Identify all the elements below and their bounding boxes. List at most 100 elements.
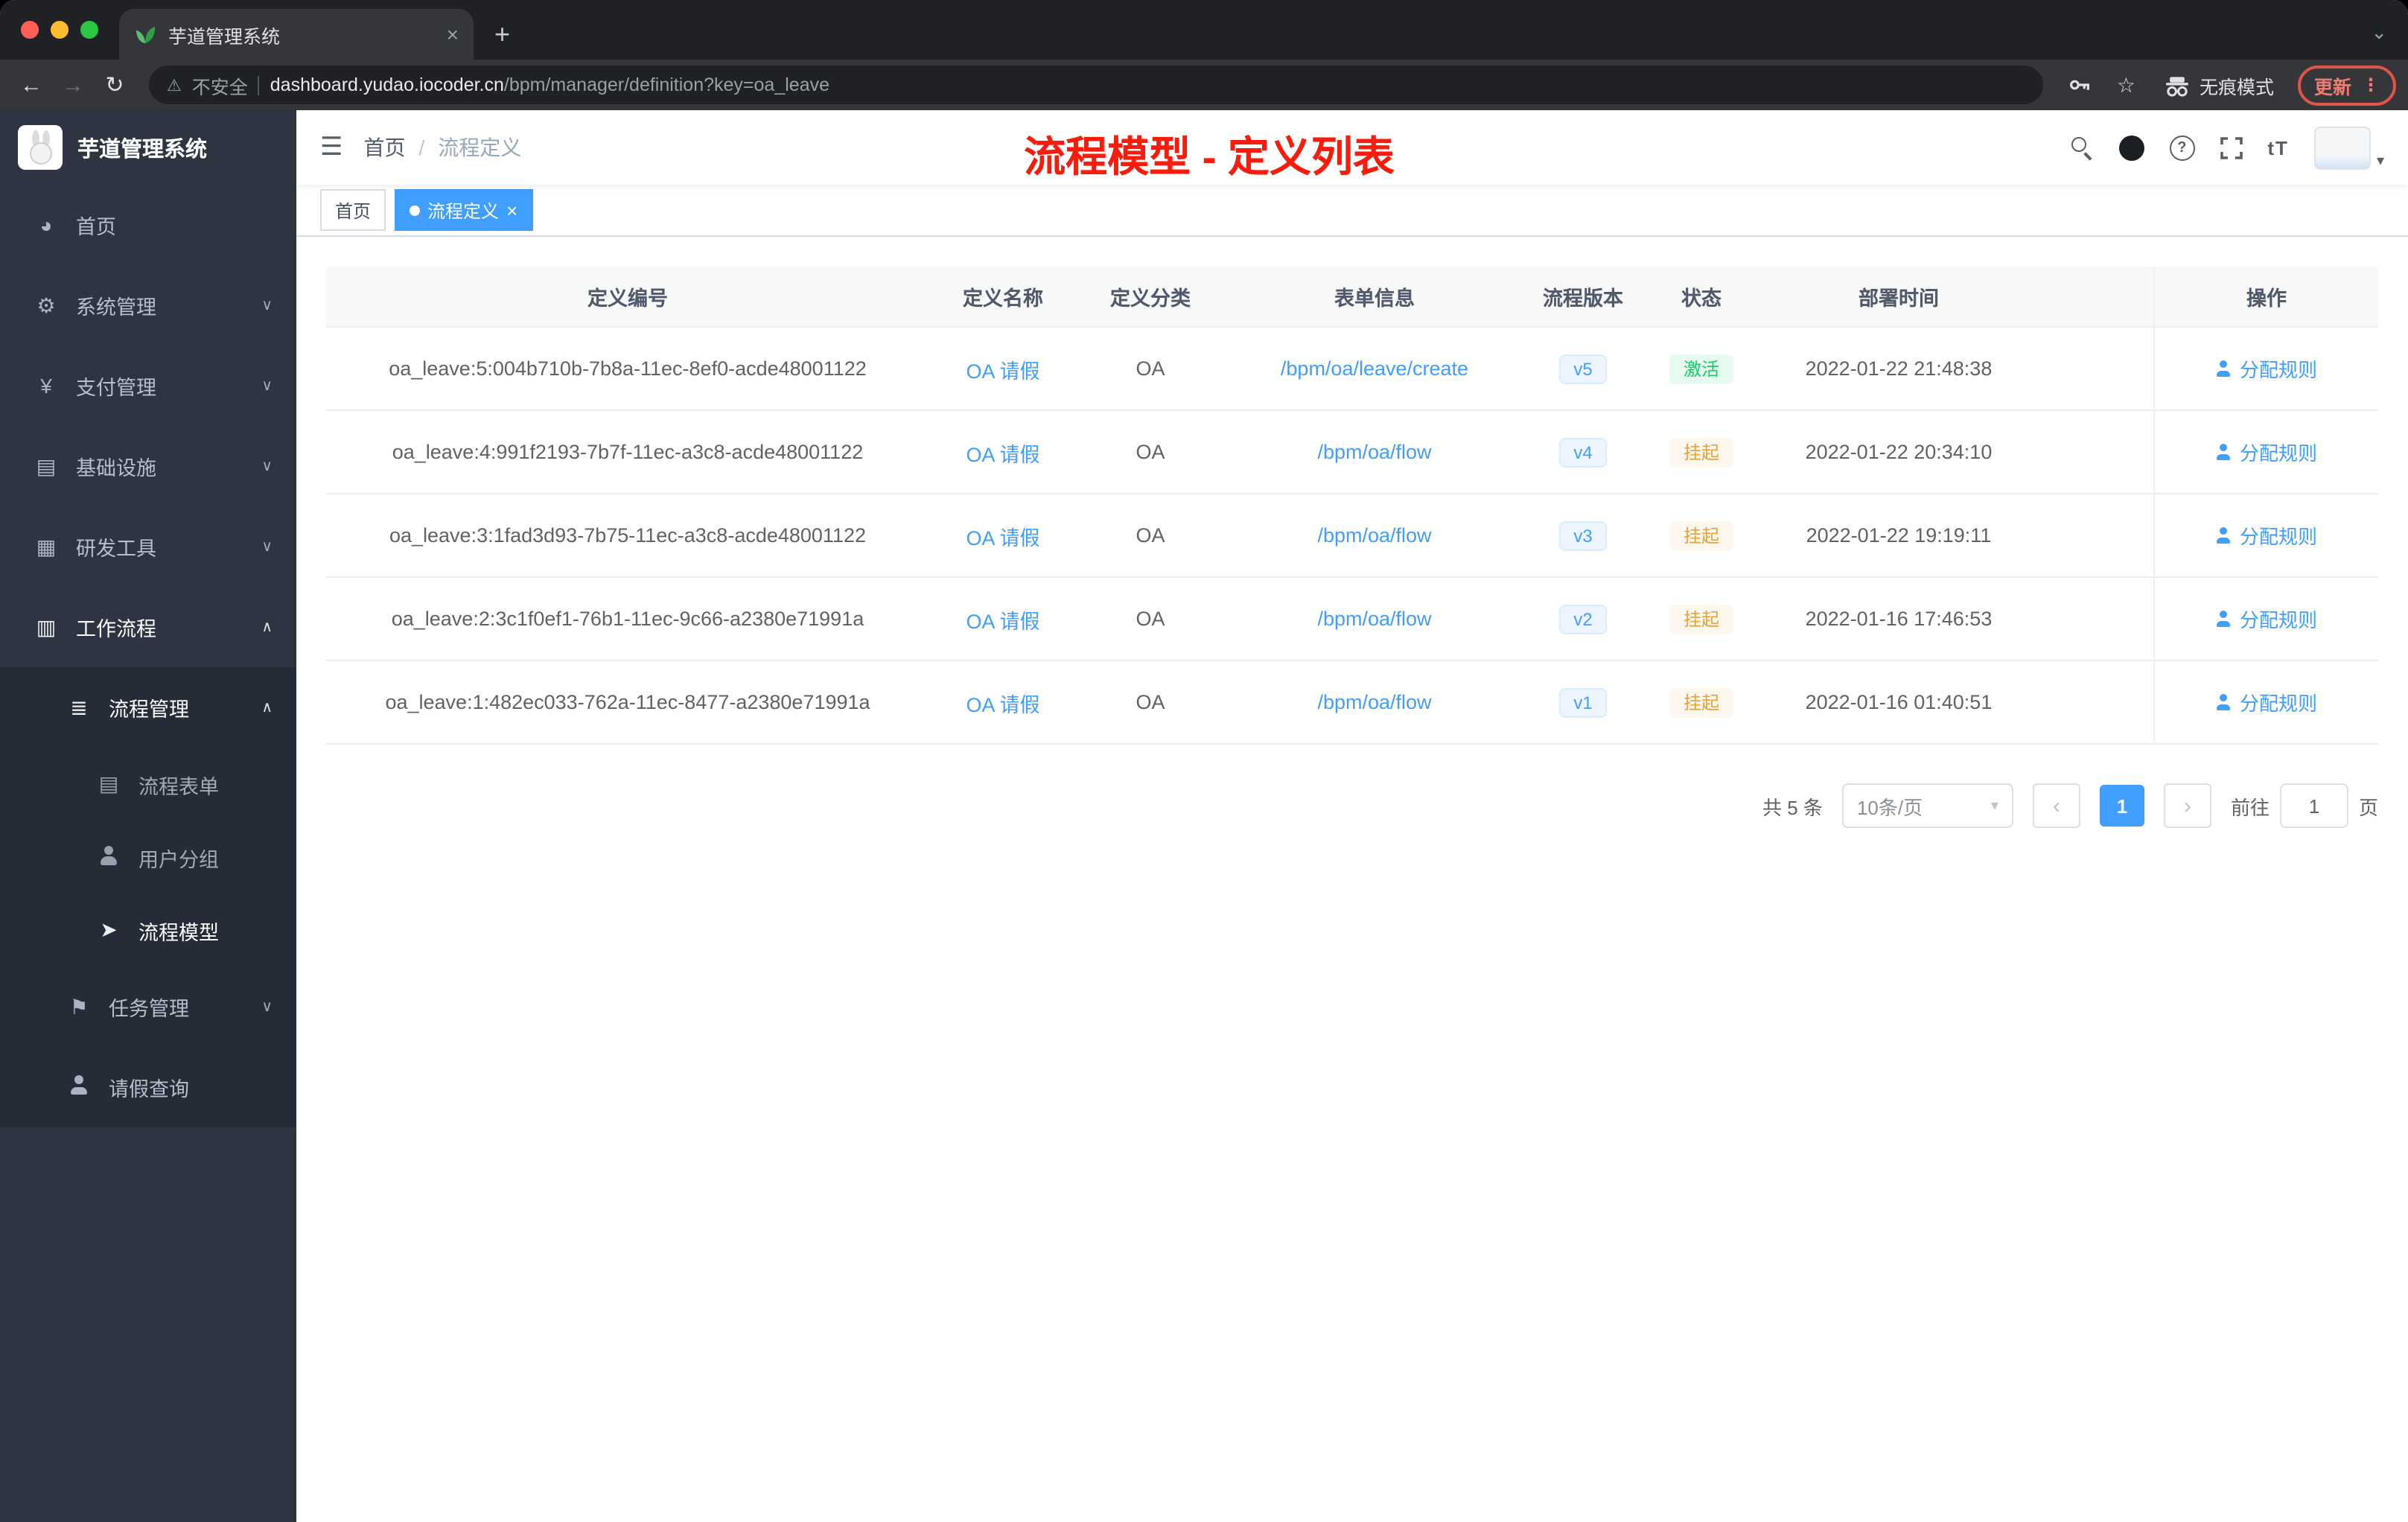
minimize-window-button[interactable] — [51, 21, 69, 39]
sidebar-item-workflow[interactable]: ▥ 工作流程 ∧ — [0, 587, 296, 667]
send-icon: ➤ — [100, 917, 118, 941]
definition-name-link[interactable]: OA 请假 — [966, 520, 1039, 550]
table-row: oa_leave:3:1fad3d93-7b75-11ec-a3c8-acde4… — [326, 494, 2378, 578]
avatar[interactable] — [2313, 126, 2371, 169]
tag-home[interactable]: 首页 — [320, 189, 386, 231]
sidebar-item-label: 流程表单 — [138, 775, 219, 797]
cell-deploy-time: 2022-01-22 21:48:38 — [1805, 357, 1993, 380]
sidebar-logo[interactable]: 芋道管理系统 — [0, 110, 296, 185]
bookmark-star-icon[interactable]: ☆ — [2117, 72, 2135, 98]
form-icon: ▤ — [98, 771, 119, 795]
sidebar-item-home[interactable]: ◕ 首页 — [0, 185, 296, 265]
sidebar-item-dev-tools[interactable]: ▦ 研发工具 ∨ — [0, 506, 296, 587]
content-area: ☰ 首页 / 流程定义 ? tT ▾ 首页 流程定义 × 定义编号 定义名称 定… — [296, 110, 2408, 1522]
assign-rule-link[interactable]: 分配规则 — [2216, 521, 2317, 550]
form-info-link[interactable]: /bpm/oa/flow — [1317, 691, 1431, 713]
prev-page-button[interactable]: ‹ — [2032, 783, 2080, 828]
user-icon — [2216, 694, 2232, 710]
next-page-button[interactable]: › — [2163, 783, 2211, 828]
definition-name-link[interactable]: OA 请假 — [966, 604, 1039, 634]
assign-rule-link[interactable]: 分配规则 — [2216, 605, 2317, 633]
workflow-icon: ▥ — [36, 614, 57, 638]
back-button[interactable]: ← — [12, 72, 51, 98]
sidebar-item-process-management[interactable]: ≣ 流程管理 ∧ — [0, 667, 296, 748]
browser-window: 芋道管理系统 × + ⌄ ← → ↻ ⚠ 不安全 dashboard.yudao… — [0, 0, 2408, 1522]
sidebar-item-label: 工作流程 — [76, 618, 156, 640]
sidebar-fold-icon[interactable]: ☰ — [320, 133, 343, 162]
incognito-label: 无痕模式 — [2199, 77, 2274, 98]
sidebar-item-infrastructure[interactable]: ▤ 基础设施 ∨ — [0, 426, 296, 506]
task-flag-icon: ⚑ — [69, 994, 89, 1018]
main-panel: 定义编号 定义名称 定义分类 表单信息 流程版本 状态 部署时间 操作 oa_l… — [296, 237, 2408, 1522]
form-info-link[interactable]: /bpm/oa/flow — [1317, 524, 1431, 547]
assign-rule-link[interactable]: 分配规则 — [2216, 354, 2317, 383]
user-group-icon — [95, 845, 122, 869]
sidebar-item-process-model[interactable]: ➤ 流程模型 — [0, 894, 296, 967]
font-size-icon[interactable]: tT — [2267, 136, 2289, 159]
sidebar-item-label: 流程模型 — [138, 921, 219, 943]
cell-definition-id: oa_leave:1:482ec033-762a-11ec-8477-a2380… — [385, 691, 870, 713]
tag-process-definition[interactable]: 流程定义 × — [395, 189, 533, 231]
reload-button[interactable]: ↻ — [95, 71, 134, 98]
tab-search-icon[interactable]: ⌄ — [2371, 21, 2387, 45]
sidebar-item-process-form[interactable]: ▤ 流程表单 — [0, 748, 296, 821]
password-key-icon[interactable] — [2069, 73, 2093, 97]
sidebar-item-leave-query[interactable]: 请假查询 — [0, 1047, 296, 1127]
definition-name-link[interactable]: OA 请假 — [966, 687, 1039, 717]
github-icon[interactable] — [2118, 135, 2144, 160]
security-label[interactable]: 不安全 — [192, 71, 248, 99]
chevron-down-icon: ∨ — [261, 378, 273, 394]
sidebar-item-label: 任务管理 — [109, 998, 189, 1020]
help-icon[interactable]: ? — [2169, 135, 2195, 160]
form-info-link[interactable]: /bpm/oa/flow — [1317, 608, 1431, 630]
header-form-info: 表单信息 — [1334, 287, 1415, 310]
definition-name-link[interactable]: OA 请假 — [966, 437, 1039, 467]
cell-definition-id: oa_leave:4:991f2193-7b7f-11ec-a3c8-acde4… — [392, 441, 864, 463]
cell-definition-id: oa_leave:2:3c1f0ef1-76b1-11ec-9c66-a2380… — [391, 608, 864, 630]
close-window-button[interactable] — [21, 21, 39, 39]
security-warning-icon: ⚠ — [167, 77, 182, 95]
tab-close-icon[interactable]: × — [447, 22, 459, 46]
cell-definition-id: oa_leave:3:1fad3d93-7b75-11ec-a3c8-acde4… — [389, 524, 866, 547]
assign-rule-link[interactable]: 分配规则 — [2216, 438, 2317, 466]
breadcrumb-home[interactable]: 首页 — [364, 133, 406, 162]
table-row: oa_leave:4:991f2193-7b7f-11ec-a3c8-acde4… — [326, 411, 2378, 494]
browser-menu-icon[interactable]: ⋮ — [2362, 74, 2380, 95]
fullscreen-icon[interactable] — [2220, 136, 2243, 159]
sidebar-item-system[interactable]: ⚙ 系统管理 ∨ — [0, 265, 296, 346]
table-row: oa_leave:5:004b710b-7b8a-11ec-8ef0-acde4… — [326, 328, 2378, 411]
form-info-link[interactable]: /bpm/oa/leave/create — [1281, 357, 1468, 380]
infrastructure-icon: ▤ — [36, 453, 57, 477]
page-annotation: 流程模型 - 定义列表 — [1024, 134, 1395, 180]
tag-label: 首页 — [335, 200, 372, 221]
user-menu[interactable]: ▾ — [2313, 126, 2384, 169]
version-tag: v1 — [1558, 687, 1608, 717]
header-deploy-time: 部署时间 — [1858, 287, 1939, 310]
current-page-button[interactable]: 1 — [2099, 785, 2144, 827]
incognito-badge: 无痕模式 — [2164, 71, 2274, 99]
form-info-link[interactable]: /bpm/oa/flow — [1317, 441, 1431, 463]
sidebar-item-label: 请假查询 — [109, 1078, 189, 1101]
page-size-select[interactable]: 10条/页 ▾ — [1841, 783, 2013, 828]
goto-page-input[interactable] — [2279, 783, 2348, 828]
tag-close-icon[interactable]: × — [506, 199, 517, 221]
sidebar-item-label: 系统管理 — [76, 296, 156, 319]
search-icon[interactable] — [2071, 136, 2093, 159]
chrome-update-button[interactable]: 更新 ⋮ — [2297, 65, 2396, 105]
zoom-window-button[interactable] — [80, 21, 98, 39]
chevron-up-icon: ∧ — [261, 619, 273, 635]
tag-label: 流程定义 — [427, 200, 500, 221]
active-tag-dot — [410, 205, 421, 215]
chevron-down-icon: ∨ — [261, 297, 273, 313]
assign-rule-link[interactable]: 分配规则 — [2216, 688, 2317, 716]
browser-tab[interactable]: 芋道管理系统 × — [119, 9, 474, 60]
address-bar[interactable]: ⚠ 不安全 dashboard.yudao.iocoder.cn/bpm/man… — [149, 66, 2044, 104]
status-badge: 激活 — [1669, 354, 1733, 383]
yen-icon: ¥ — [40, 374, 52, 398]
tab-favicon-icon — [136, 25, 156, 43]
sidebar-item-task-management[interactable]: ⚑ 任务管理 ∨ — [0, 967, 296, 1047]
sidebar-item-payment[interactable]: ¥ 支付管理 ∨ — [0, 346, 296, 426]
sidebar-item-user-group[interactable]: 用户分组 — [0, 821, 296, 894]
definition-name-link[interactable]: OA 请假 — [966, 354, 1039, 383]
new-tab-button[interactable]: + — [494, 19, 510, 51]
